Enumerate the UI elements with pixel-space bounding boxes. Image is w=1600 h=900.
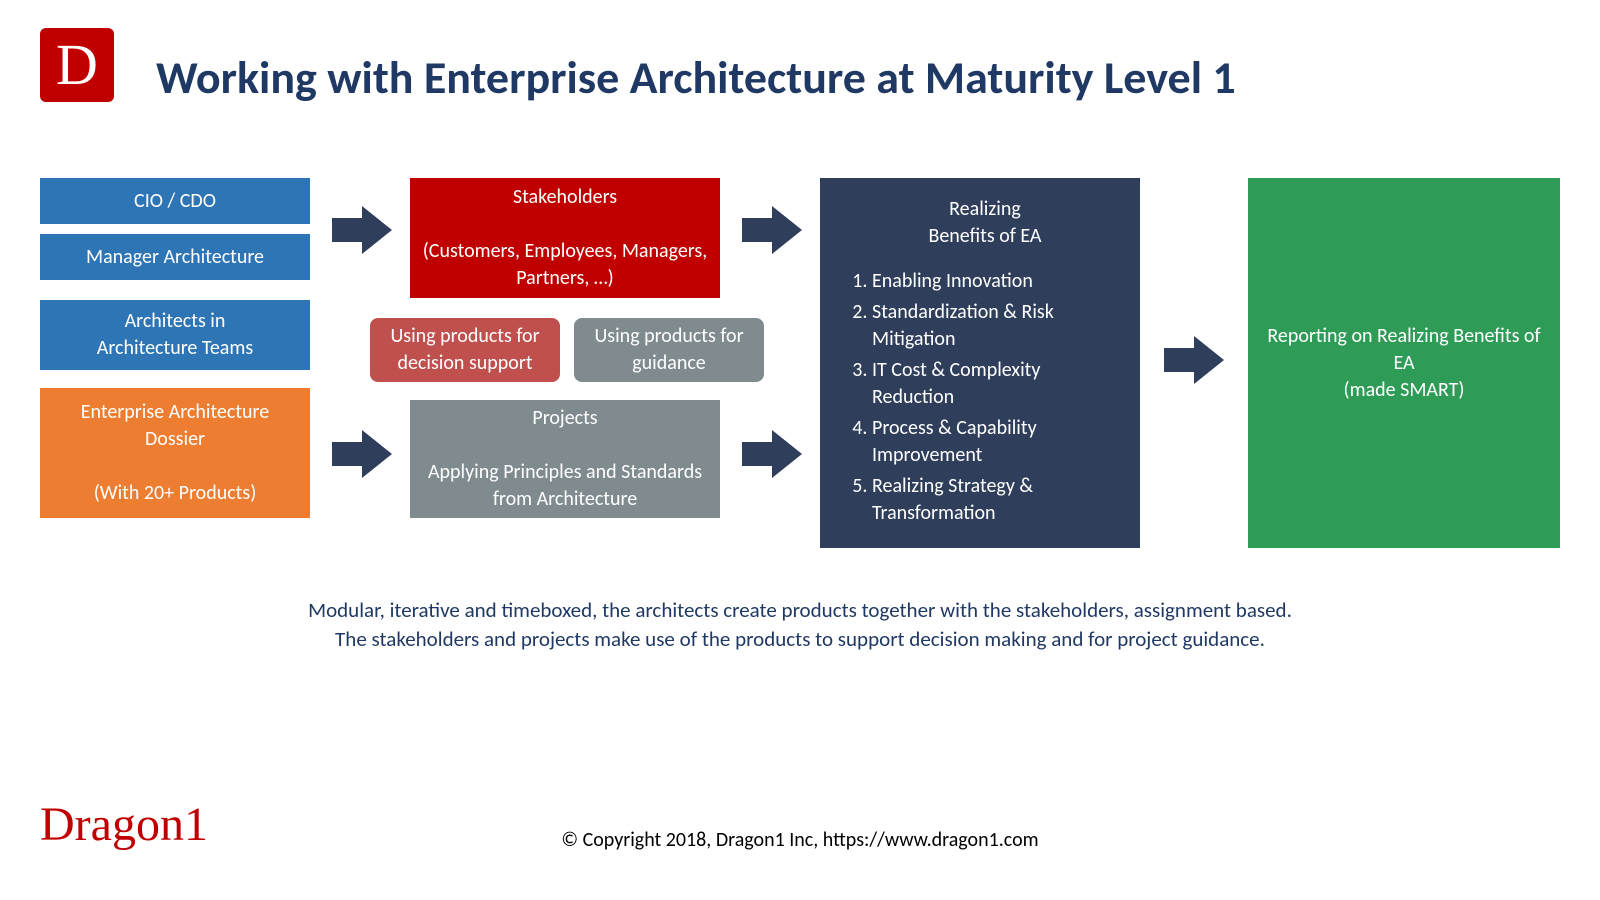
benefits-item: Standardization & Risk Mitigation [872,299,1126,353]
box-ea-dossier: Enterprise Architecture Dossier (With 20… [40,388,310,518]
benefits-list: Enabling Innovation Standardization & Ri… [844,264,1126,531]
box-architecture-teams: Architects in Architecture Teams [40,300,310,370]
benefits-item: Realizing Strategy & Transformation [872,473,1126,527]
box-cio-cdo: CIO / CDO [40,178,310,224]
arrow-icon [742,206,802,254]
box-projects: Projects Applying Principles and Standar… [410,400,720,518]
box-manager-architecture: Manager Architecture [40,234,310,280]
benefits-item: Process & Capability Improvement [872,415,1126,469]
description-text: Modular, iterative and timeboxed, the ar… [0,596,1600,655]
description-line: The stakeholders and projects make use o… [0,625,1600,654]
benefits-item: Enabling Innovation [872,268,1126,295]
arrow-icon [742,430,802,478]
box-reporting: Reporting on Realizing Benefits of EA (m… [1248,178,1560,548]
arrow-icon [1164,336,1224,384]
brand-logo-icon: D [40,28,114,102]
copyright-text: © Copyright 2018, Dragon1 Inc, https://w… [0,828,1600,852]
description-line: Modular, iterative and timeboxed, the ar… [0,596,1600,625]
box-using-decision-support: Using products for decision support [370,318,560,382]
diagram-canvas: D Working with Enterprise Architecture a… [0,0,1600,900]
page-title: Working with Enterprise Architecture at … [156,50,1236,106]
arrow-icon [332,430,392,478]
benefits-footer: (Architecture Plan) [909,549,1061,576]
box-realizing-benefits: Realizing Benefits of EA Enabling Innova… [820,178,1140,548]
arrow-icon [332,206,392,254]
benefits-item: IT Cost & Complexity Reduction [872,357,1126,411]
box-stakeholders: Stakeholders (Customers, Employees, Mana… [410,178,720,298]
box-using-guidance: Using products for guidance [574,318,764,382]
benefits-header: Realizing Benefits of EA [928,196,1041,250]
